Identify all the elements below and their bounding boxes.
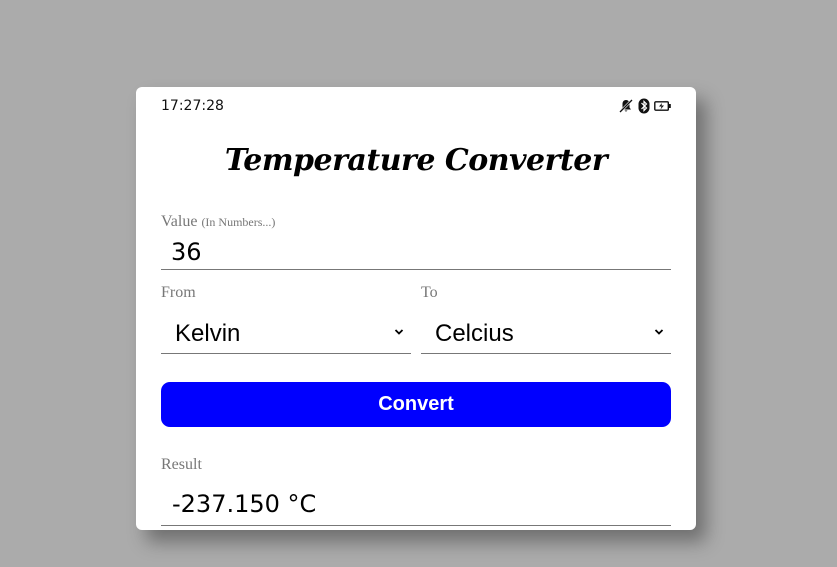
from-label: From [161,284,196,301]
status-icons [618,98,672,114]
result-output: -237.150 °C [161,483,671,526]
bell-muted-icon [618,98,634,114]
to-label: To [421,284,438,301]
from-unit-select[interactable]: Kelvin [161,314,411,354]
page-title: Temperature Converter [224,143,608,178]
chevron-down-icon [653,325,665,343]
value-label-text: Value [161,213,198,230]
converter-card: 17:27:28 Temperature Converter Value (In… [136,87,696,530]
status-bar: 17:27:28 [161,97,672,115]
result-label: Result [161,456,202,473]
value-input[interactable] [161,234,671,270]
value-label: Value (In Numbers...) [161,213,275,231]
battery-charging-icon [654,100,672,112]
clock: 17:27:28 [161,98,224,114]
from-unit-value: Kelvin [175,319,241,347]
to-unit-value: Celcius [435,319,514,347]
value-hint: (In Numbers...) [201,215,276,229]
to-unit-select[interactable]: Celcius [421,314,671,354]
chevron-down-icon [393,325,405,343]
bluetooth-icon [638,98,650,114]
convert-button[interactable]: Convert [161,382,671,427]
